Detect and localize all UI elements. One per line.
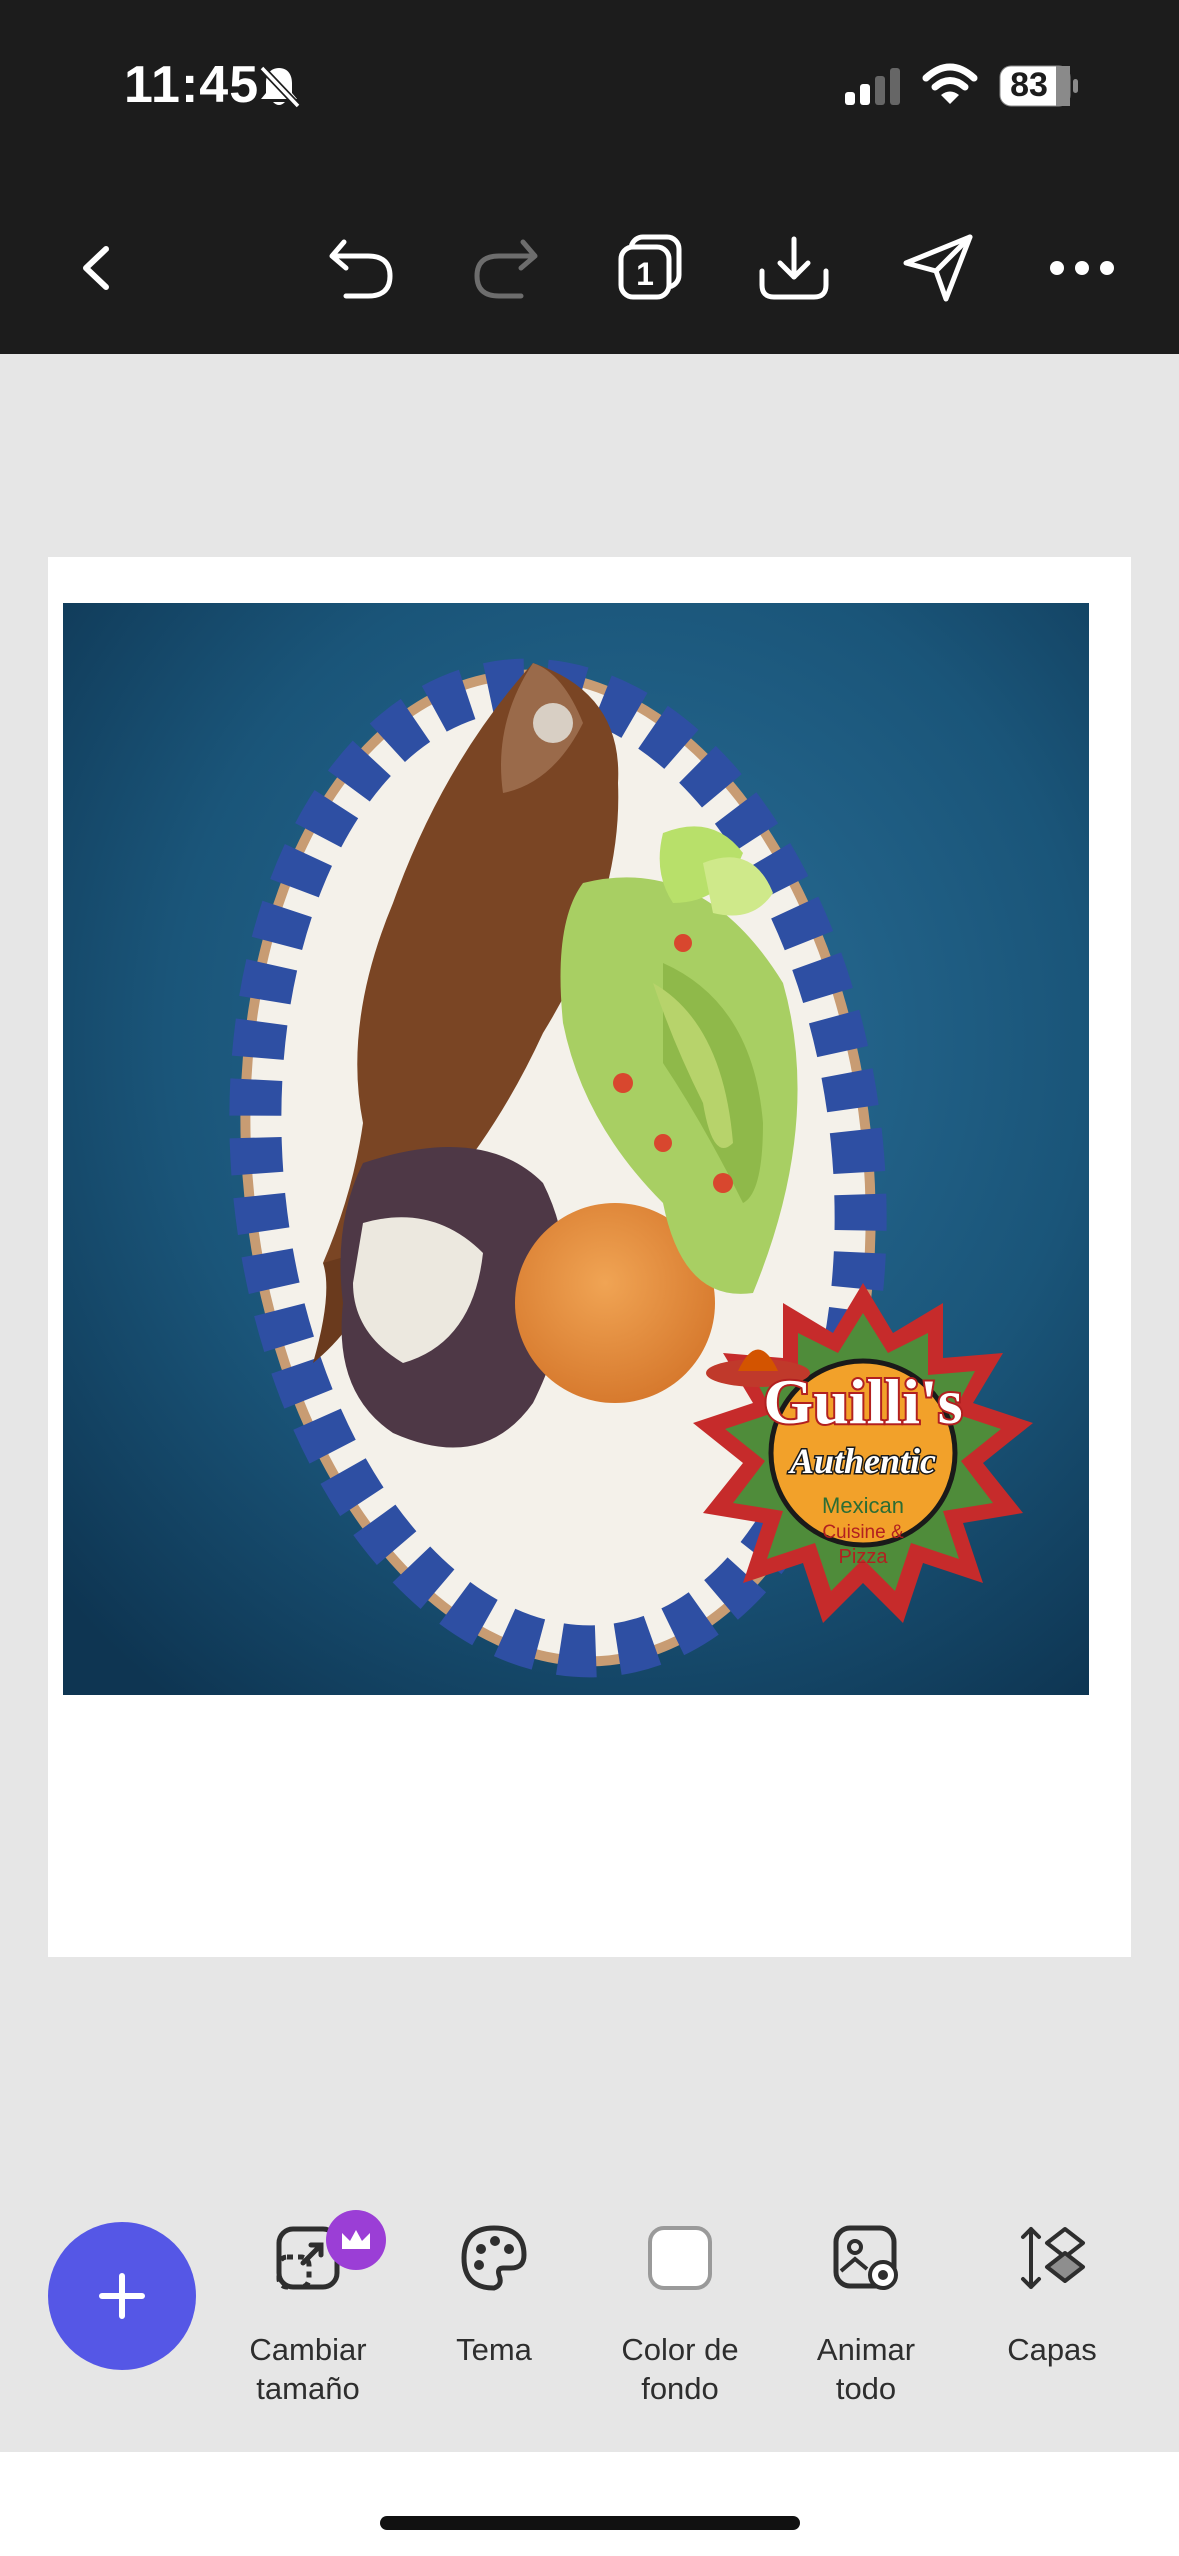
cellular-signal-icon xyxy=(843,66,905,111)
status-time: 11:45 xyxy=(124,56,260,114)
home-bar-area xyxy=(0,2452,1179,2556)
download-icon[interactable] xyxy=(756,230,832,306)
tool-background-color[interactable]: Color de fondo xyxy=(590,2210,770,2408)
bell-slash-icon xyxy=(256,62,302,115)
palette-icon xyxy=(461,2225,527,2291)
tool-layers[interactable]: Capas xyxy=(962,2210,1142,2369)
logo-line5: Pizza xyxy=(839,1546,889,1568)
logo-subtitle: Authentic xyxy=(788,1441,936,1481)
battery-level: 83 xyxy=(1010,66,1048,104)
wifi-icon xyxy=(922,62,978,111)
tool-animate-label-1: Animar xyxy=(816,2332,916,2367)
pages-icon[interactable]: 1 xyxy=(612,230,688,306)
logo-line3: Mexican xyxy=(822,1493,904,1518)
tool-theme[interactable]: Tema xyxy=(404,2210,584,2369)
tool-bgcolor-label-1: Color de xyxy=(621,2332,739,2367)
tool-resize[interactable]: Cambiar tamaño xyxy=(218,2210,398,2408)
tool-resize-label-2: tamaño xyxy=(256,2371,360,2406)
add-element-button[interactable] xyxy=(48,2222,196,2370)
layers-icon xyxy=(1021,2227,1085,2289)
plus-icon xyxy=(99,2273,145,2319)
animate-icon xyxy=(833,2225,898,2290)
redo-icon[interactable] xyxy=(468,230,544,306)
logo-line4: Cuisine & xyxy=(822,1522,904,1543)
logo-title: Guilli's xyxy=(763,1366,962,1437)
color-swatch-icon xyxy=(648,2226,712,2290)
home-indicator[interactable] xyxy=(380,2516,800,2530)
tool-resize-label-1: Cambiar xyxy=(249,2332,367,2367)
share-send-icon[interactable] xyxy=(900,230,976,306)
tool-bgcolor-label-2: fondo xyxy=(641,2371,719,2406)
back-chevron-icon[interactable] xyxy=(58,230,134,306)
tool-theme-label: Tema xyxy=(456,2332,532,2367)
premium-crown-icon xyxy=(326,2210,386,2270)
food-photo[interactable]: Guilli's Authentic Mexican Cuisine & Piz… xyxy=(63,603,1089,1695)
tool-animate-label-2: todo xyxy=(835,2371,897,2406)
undo-icon[interactable] xyxy=(323,230,399,306)
pages-count: 1 xyxy=(636,256,654,292)
top-bar xyxy=(0,0,1179,354)
tool-animate-all[interactable]: Animar todo xyxy=(776,2210,956,2408)
more-icon[interactable] xyxy=(1044,230,1120,306)
tool-layers-label: Capas xyxy=(1007,2332,1097,2367)
